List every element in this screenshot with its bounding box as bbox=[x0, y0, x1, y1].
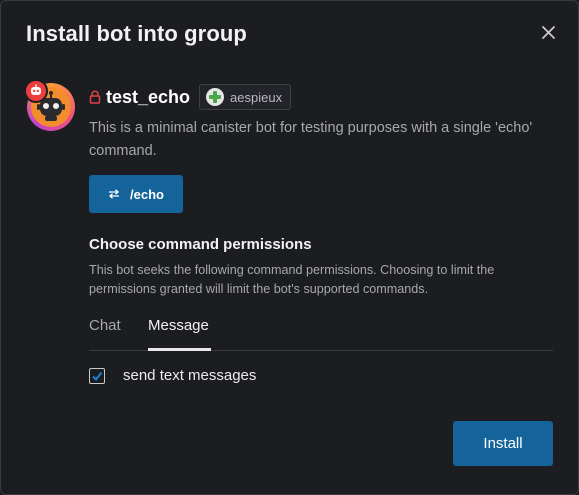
tab-message[interactable]: Message bbox=[148, 317, 209, 334]
active-tab-indicator bbox=[148, 348, 211, 351]
command-echo-button[interactable]: /echo bbox=[89, 175, 183, 213]
lock-icon bbox=[89, 90, 101, 104]
permission-item-send-text: send text messages bbox=[89, 367, 256, 384]
owner-name: aespieux bbox=[230, 89, 283, 105]
send-text-messages-checkbox[interactable] bbox=[89, 367, 105, 384]
bot-description: This is a minimal canister bot for testi… bbox=[89, 120, 533, 159]
permission-tabs: Chat Message bbox=[89, 317, 553, 351]
command-label: /echo bbox=[130, 186, 164, 202]
bot-badge-icon bbox=[24, 79, 48, 103]
owner-avatar bbox=[206, 88, 225, 106]
permissions-title: Choose command permissions bbox=[89, 236, 312, 253]
dialog-title: Install bot into group bbox=[26, 21, 247, 46]
bot-name: test_echo bbox=[106, 86, 191, 107]
bot-name-row: test_echo aespieux bbox=[89, 84, 292, 110]
swap-arrows-icon bbox=[109, 189, 120, 199]
send-text-messages-label: send text messages bbox=[123, 367, 257, 384]
owner-chip[interactable]: aespieux bbox=[199, 84, 292, 110]
permissions-description: This bot seeks the following command per… bbox=[89, 263, 495, 296]
tab-chat[interactable]: Chat bbox=[89, 317, 121, 334]
install-button[interactable]: Install bbox=[453, 421, 553, 466]
close-icon[interactable] bbox=[539, 23, 559, 43]
checkmark-icon bbox=[92, 371, 103, 381]
install-bot-dialog: Install bot into group test_echo aespieu… bbox=[0, 0, 579, 495]
